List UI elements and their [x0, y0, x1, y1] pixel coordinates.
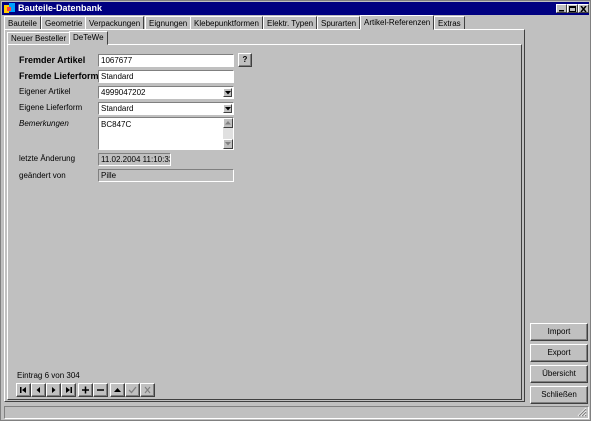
- tab-klebepunktformen[interactable]: Klebepunktformen: [190, 16, 263, 30]
- nav-insert-button[interactable]: [78, 383, 93, 397]
- fremder-artikel-label: Fremder Artikel: [19, 55, 86, 65]
- uebersicht-button[interactable]: Übersicht: [530, 365, 588, 383]
- help-button[interactable]: ?: [238, 53, 252, 67]
- application-window: Bauteile-Datenbank Bauteile Geometrie Ve…: [0, 0, 591, 421]
- bemerkungen-scrollbar[interactable]: [223, 118, 233, 149]
- scroll-down-button[interactable]: [223, 139, 233, 149]
- tab-eignungen[interactable]: Eignungen: [145, 16, 192, 30]
- tab-artikel-referenzen[interactable]: Artikel-Referenzen: [360, 15, 435, 30]
- record-position-label: Eintrag 6 von 304: [17, 371, 80, 380]
- geaendert-von-field: Pille: [98, 169, 234, 182]
- window-title: Bauteile-Datenbank: [18, 3, 103, 13]
- import-button[interactable]: Import: [530, 323, 588, 341]
- bemerkungen-text: BC847C: [101, 120, 132, 129]
- bemerkungen-label: Bemerkungen: [19, 119, 69, 128]
- close-button[interactable]: [578, 4, 589, 13]
- fremde-lieferform-field[interactable]: Standard: [98, 70, 234, 83]
- nav-cancel-button[interactable]: [140, 383, 155, 397]
- fremder-artikel-field[interactable]: 1067677: [98, 54, 234, 67]
- eigener-artikel-label: Eigener Artikel: [19, 87, 71, 96]
- tab-geometrie[interactable]: Geometrie: [41, 16, 87, 30]
- resize-grip-icon[interactable]: [577, 407, 587, 417]
- schliessen-button[interactable]: Schließen: [530, 386, 588, 404]
- status-bar: [4, 406, 589, 419]
- subtab-detewe[interactable]: DeTeWe: [69, 31, 108, 45]
- eigene-lieferform-dropdown-button[interactable]: [223, 104, 232, 113]
- tab-extras[interactable]: Extras: [434, 16, 465, 30]
- subtab-page-panel: [7, 44, 522, 400]
- eigener-artikel-value: 4999047202: [101, 88, 146, 97]
- scroll-up-button[interactable]: [223, 118, 233, 128]
- nav-first-button[interactable]: [16, 383, 31, 397]
- nav-edit-button[interactable]: [110, 383, 125, 397]
- eigene-lieferform-select[interactable]: Standard: [98, 102, 234, 115]
- tab-elektr-typen[interactable]: Elektr. Typen: [263, 16, 318, 30]
- geaendert-von-label: geändert von: [19, 171, 66, 180]
- eigene-lieferform-label: Eigene Lieferform: [19, 103, 83, 112]
- tab-spurarten[interactable]: Spurarten: [317, 16, 361, 30]
- nav-delete-button[interactable]: [93, 383, 108, 397]
- minimize-button[interactable]: [556, 4, 567, 13]
- eigene-lieferform-value: Standard: [101, 104, 134, 113]
- letzte-aenderung-label: letzte Änderung: [19, 154, 76, 163]
- letzte-aenderung-field: 11.02.2004 11:10:33: [98, 153, 171, 166]
- nav-prior-button[interactable]: [31, 383, 46, 397]
- tab-verpackungen[interactable]: Verpackungen: [85, 16, 145, 30]
- nav-post-button[interactable]: [125, 383, 140, 397]
- eigener-artikel-dropdown-button[interactable]: [223, 88, 232, 97]
- tab-bauteile[interactable]: Bauteile: [4, 16, 41, 30]
- fremde-lieferform-label: Fremde Lieferform: [19, 71, 99, 81]
- title-bar[interactable]: Bauteile-Datenbank: [2, 2, 589, 15]
- nav-next-button[interactable]: [46, 383, 61, 397]
- maximize-button[interactable]: [567, 4, 578, 13]
- eigener-artikel-select[interactable]: 4999047202: [98, 86, 234, 99]
- database-app-icon: [4, 3, 16, 14]
- bemerkungen-textarea[interactable]: BC847C: [98, 117, 234, 150]
- export-button[interactable]: Export: [530, 344, 588, 362]
- nav-last-button[interactable]: [61, 383, 76, 397]
